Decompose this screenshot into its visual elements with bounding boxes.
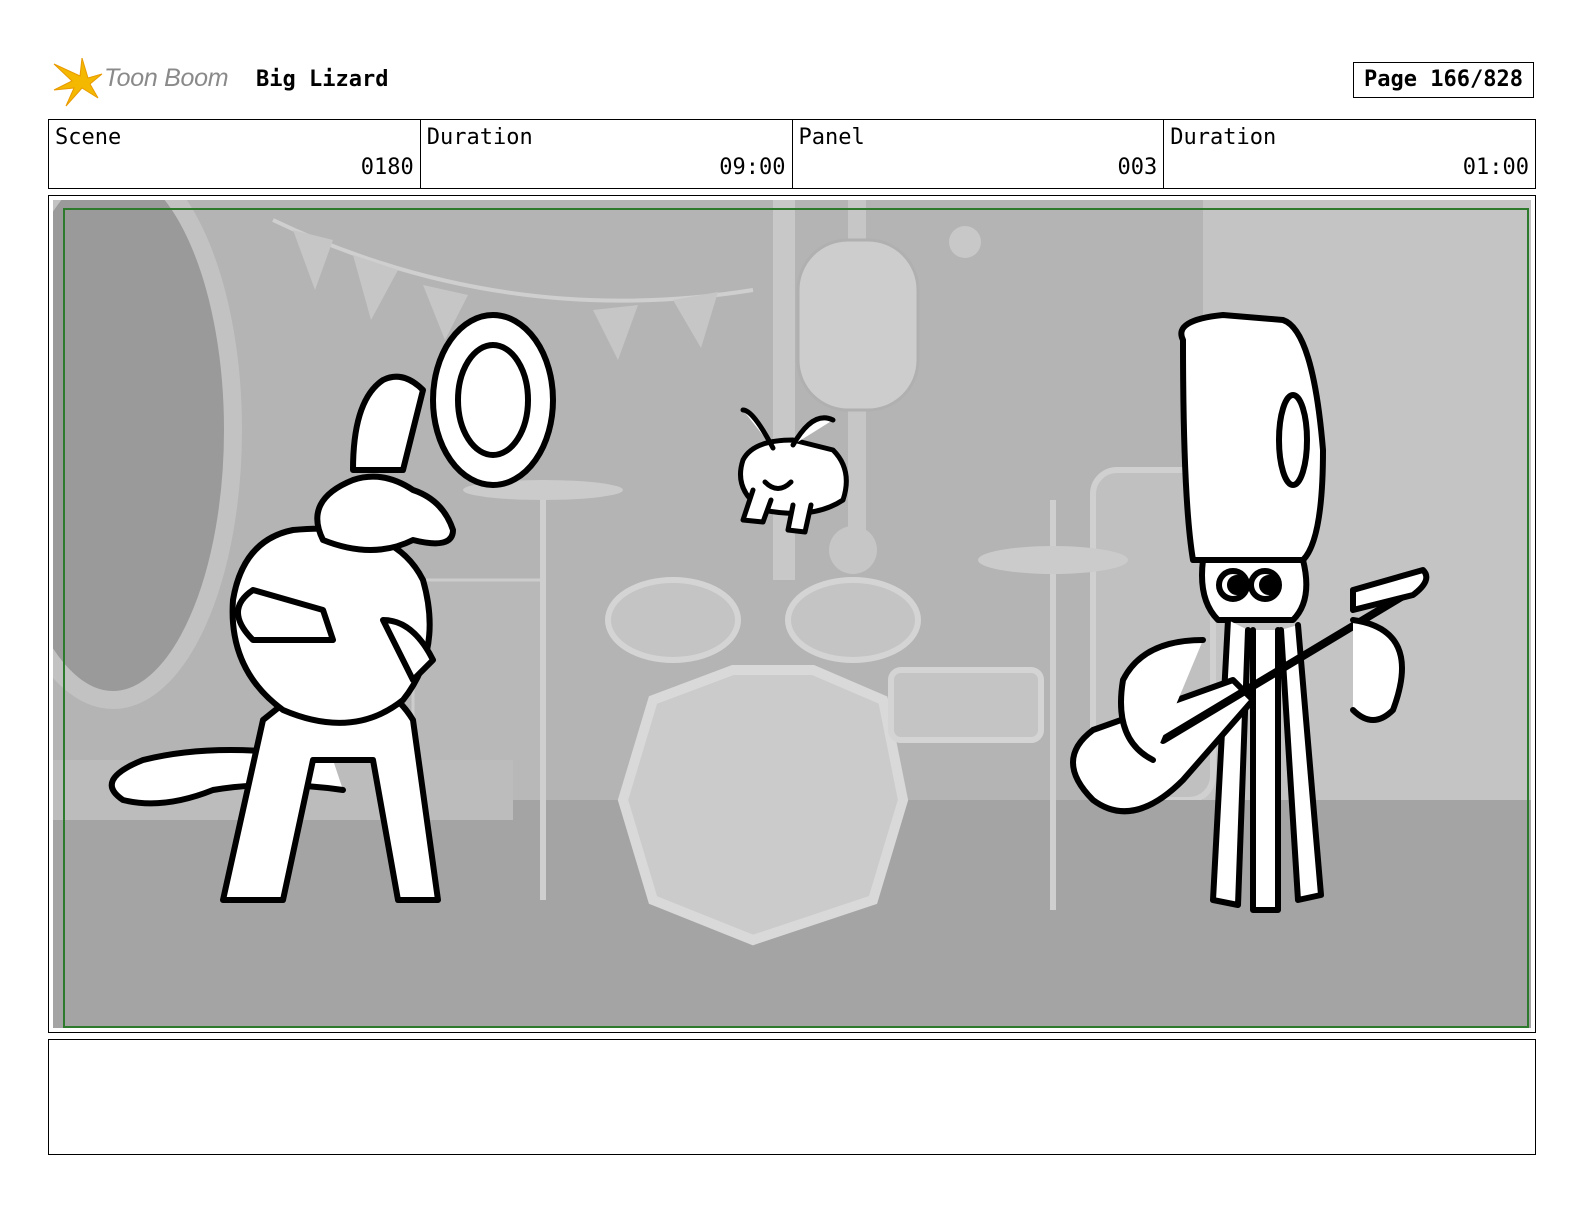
logo-text: Toon Boom (104, 64, 229, 92)
toon-boom-logo: Toon Boom (52, 54, 242, 108)
scene-value: 0180 (360, 155, 414, 180)
panel-cell: Panel 003 (791, 120, 1164, 188)
scene-illustration (53, 200, 1531, 1028)
panel-notes-box[interactable] (48, 1039, 1536, 1155)
scene-duration-value: 09:00 (719, 155, 786, 180)
scene-duration-cell: Duration 09:00 (419, 120, 792, 188)
panel-label: Panel (798, 125, 865, 150)
scene-duration-label: Duration (426, 125, 533, 150)
scene-cell: Scene 0180 (49, 120, 420, 188)
scene-info-row: Scene 0180 Duration 09:00 Panel 003 Dura… (48, 119, 1536, 189)
panel-duration-cell: Duration 01:00 (1163, 120, 1535, 188)
scene-label: Scene (55, 125, 122, 150)
storyboard-panel-frame (48, 195, 1536, 1033)
page-indicator: Page 166/828 (1353, 62, 1534, 98)
panel-duration-label: Duration (1170, 125, 1277, 150)
star-burst-icon (53, 57, 103, 107)
panel-duration-value: 01:00 (1462, 155, 1529, 180)
panel-value: 003 (1117, 155, 1158, 180)
storyboard-panel-image (53, 200, 1531, 1028)
project-title: Big Lizard (256, 67, 389, 92)
